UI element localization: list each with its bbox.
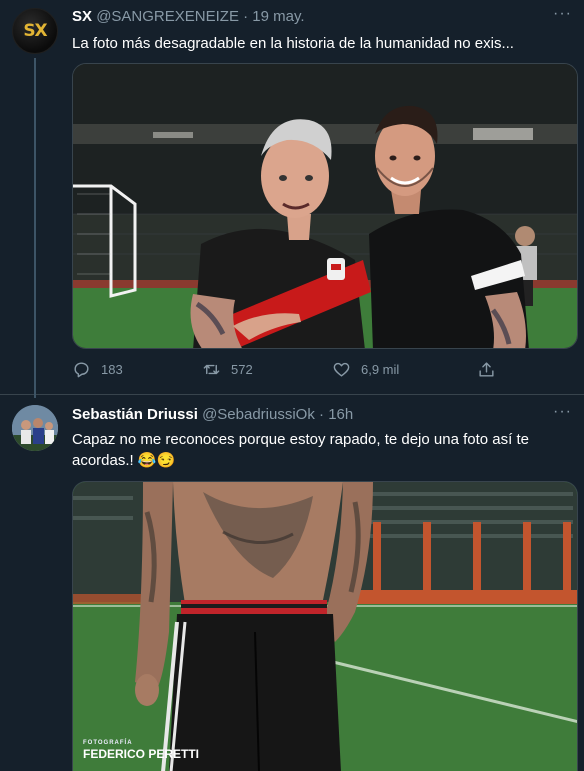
tweet[interactable]: SX SX @SANGREXENEIZE · 19 may. ··· La fo… [0, 0, 584, 398]
avatar-logo: SX [23, 21, 47, 41]
watermark-label: FOTOGRAFÍA [83, 738, 133, 746]
author-name[interactable]: Sebastián Driussi [72, 406, 198, 423]
more-horizontal-icon[interactable]: ··· [553, 5, 572, 23]
tweet-header: Sebastián Driussi @SebadriussiOk · 16h [72, 405, 353, 424]
retweet-button[interactable]: 572 [202, 360, 253, 379]
heart-icon [333, 362, 350, 377]
tweet-text: Capaz no me reconoces porque estoy rapad… [72, 431, 529, 469]
separator-dot: · [319, 406, 325, 423]
share-button[interactable] [477, 360, 496, 379]
like-button[interactable]: 6,9 mil [332, 360, 399, 379]
retweet-count: 572 [231, 362, 253, 377]
tweet-photo[interactable]: FOTOGRAFÍA FEDERICO PERETTI [72, 481, 578, 771]
tweet-header: SX @SANGREXENEIZE · 19 may. [72, 7, 305, 26]
photo-shirtless-player: FOTOGRAFÍA FEDERICO PERETTI [73, 482, 577, 771]
separator-dot: · [243, 8, 249, 25]
reply-button[interactable]: 183 [72, 360, 123, 379]
photo-two-men-on-pitch [73, 64, 577, 348]
retweet-icon [203, 364, 220, 375]
avatar[interactable] [12, 405, 58, 451]
author-name[interactable]: SX [72, 8, 92, 25]
thread-line [34, 58, 36, 398]
watermark-name: FEDERICO PERETTI [83, 747, 199, 761]
tweet-actions: 183 572 6,9 mil [72, 360, 502, 382]
share-icon [479, 362, 494, 377]
author-handle[interactable]: @SebadriussiOk [202, 406, 315, 423]
tweet-date[interactable]: 16h [328, 406, 353, 423]
tweet-date[interactable]: 19 may. [252, 8, 304, 25]
author-handle[interactable]: @SANGREXENEIZE [96, 8, 239, 25]
tweet-photo[interactable] [72, 63, 578, 349]
avatar[interactable]: SX [12, 8, 58, 54]
avatar-photo [12, 405, 58, 451]
more-horizontal-icon[interactable]: ··· [553, 403, 572, 421]
reply-icon [74, 362, 89, 378]
reply-count: 183 [101, 362, 123, 377]
tweet-text: La foto más desagradable en la historia … [72, 35, 514, 52]
like-count: 6,9 mil [361, 362, 400, 377]
